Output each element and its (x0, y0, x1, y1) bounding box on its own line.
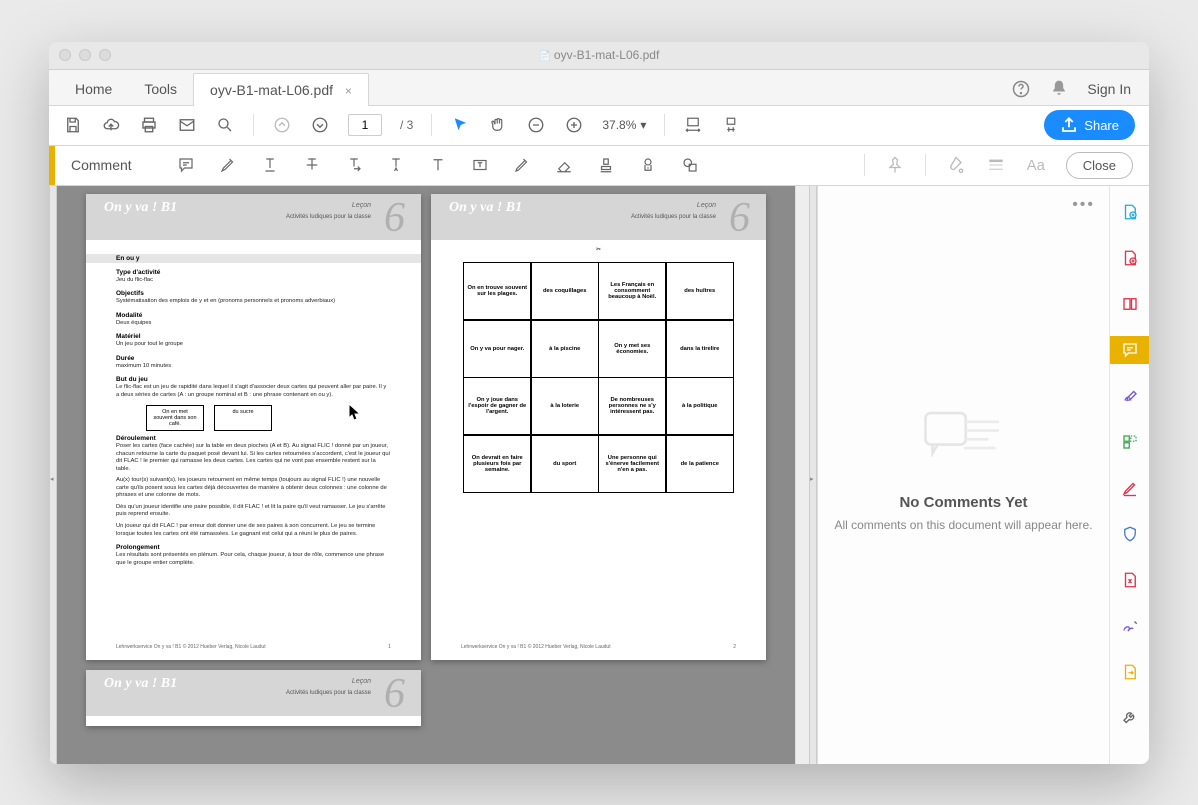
save-icon[interactable] (63, 115, 83, 135)
tab-tools[interactable]: Tools (128, 73, 193, 105)
comments-empty-icon (919, 406, 1009, 476)
panel-menu-icon[interactable]: ••• (1072, 196, 1095, 214)
rail-export-icon[interactable] (1110, 658, 1150, 686)
highlight-icon[interactable] (218, 155, 238, 175)
close-window-icon[interactable] (59, 49, 71, 61)
doc-subtitle: Activités ludiques pour la classe (286, 214, 371, 220)
rail-redact-icon[interactable] (1110, 474, 1150, 502)
document-viewport[interactable]: On y va ! B1 Leçon Activités ludiques po… (57, 186, 795, 764)
titlebar: oyv-B1-mat-L06.pdf (49, 42, 1149, 70)
print-icon[interactable] (139, 115, 159, 135)
replace-text-icon[interactable] (344, 155, 364, 175)
stamp-icon[interactable] (596, 155, 616, 175)
page-total: / 3 (400, 118, 413, 132)
strikethrough-icon[interactable] (302, 155, 322, 175)
scrollbar-vertical[interactable] (795, 186, 809, 764)
pin-icon[interactable] (885, 155, 905, 175)
page-number-input[interactable] (348, 114, 382, 136)
right-tool-rail (1109, 186, 1149, 764)
page-down-icon[interactable] (310, 115, 330, 135)
eraser-icon[interactable] (554, 155, 574, 175)
insert-text-icon[interactable] (386, 155, 406, 175)
card-grid: On en trouve souvent sur les plages. des… (464, 263, 734, 493)
help-icon[interactable] (1011, 79, 1031, 99)
rail-comment-icon[interactable] (1110, 336, 1150, 364)
hand-tool-icon[interactable] (488, 115, 508, 135)
doc-lesson-num: 6 (384, 194, 405, 242)
cloud-icon[interactable] (101, 115, 121, 135)
fit-width-icon[interactable] (683, 115, 703, 135)
comment-label: Comment (55, 157, 148, 173)
sticky-note-icon[interactable] (176, 155, 196, 175)
page-up-icon[interactable] (272, 115, 292, 135)
tab-bar: Home Tools oyv-B1-mat-L06.pdf × Sign In (49, 70, 1149, 106)
underline-icon[interactable] (260, 155, 280, 175)
comments-panel: ••• No Comments Yet All comments on this… (817, 186, 1109, 764)
tab-document[interactable]: oyv-B1-mat-L06.pdf × (193, 73, 369, 106)
rail-create-pdf-icon[interactable] (1110, 198, 1150, 226)
rail-protect-icon[interactable] (1110, 520, 1150, 548)
close-tab-icon[interactable]: × (345, 84, 352, 98)
rail-sign-icon[interactable] (1110, 612, 1150, 640)
rail-combine-icon[interactable] (1110, 244, 1150, 272)
notifications-icon[interactable] (1049, 79, 1069, 99)
pdf-page-2: On y va ! B1 Leçon Activités ludiques po… (431, 194, 766, 660)
main-toolbar: / 3 37.8% ▾ Share (49, 106, 1149, 146)
shapes-icon[interactable] (680, 155, 700, 175)
selection-tool-icon[interactable] (450, 115, 470, 135)
doc-lesson-label: Leçon (352, 202, 371, 209)
window-title: oyv-B1-mat-L06.pdf (49, 48, 1149, 62)
rail-organize-icon[interactable] (1110, 428, 1150, 456)
rail-compress-icon[interactable] (1110, 566, 1150, 594)
rail-more-tools-icon[interactable] (1110, 704, 1150, 732)
text-comment-icon[interactable] (428, 155, 448, 175)
comment-toolbar: Comment Aa Close (49, 146, 1149, 186)
search-icon[interactable] (215, 115, 235, 135)
color-icon[interactable] (946, 155, 966, 175)
fit-page-icon[interactable] (721, 115, 741, 135)
mail-icon[interactable] (177, 115, 197, 135)
content-area: On y va ! B1 Leçon Activités ludiques po… (49, 186, 1149, 764)
rail-fill-sign-icon[interactable] (1110, 382, 1150, 410)
maximize-window-icon[interactable] (99, 49, 111, 61)
sign-in-link[interactable]: Sign In (1087, 81, 1131, 97)
attach-icon[interactable] (638, 155, 658, 175)
minimize-window-icon[interactable] (79, 49, 91, 61)
pencil-icon[interactable] (512, 155, 532, 175)
zoom-out-icon[interactable] (526, 115, 546, 135)
window-controls (59, 49, 111, 61)
text-box-icon[interactable] (470, 155, 490, 175)
comments-empty-heading: No Comments Yet (899, 494, 1027, 511)
left-pane-toggle[interactable] (49, 186, 57, 764)
rail-edit-pdf-icon[interactable] (1110, 290, 1150, 318)
pdf-page-1: On y va ! B1 Leçon Activités ludiques po… (86, 194, 421, 660)
font-icon[interactable]: Aa (1026, 155, 1046, 175)
close-comment-button[interactable]: Close (1066, 152, 1133, 179)
comments-empty-sub: All comments on this document will appea… (834, 517, 1092, 534)
right-pane-toggle[interactable] (809, 186, 817, 764)
chevron-down-icon: ▾ (640, 118, 646, 132)
tab-home[interactable]: Home (59, 73, 128, 105)
line-weight-icon[interactable] (986, 155, 1006, 175)
app-window: oyv-B1-mat-L06.pdf Home Tools oyv-B1-mat… (49, 42, 1149, 764)
share-button[interactable]: Share (1044, 110, 1135, 140)
tab-document-label: oyv-B1-mat-L06.pdf (210, 82, 333, 98)
zoom-in-icon[interactable] (564, 115, 584, 135)
pdf-page-3: On y va ! B1 Leçon Activités ludiques po… (86, 670, 421, 726)
zoom-level-dropdown[interactable]: 37.8% ▾ (602, 118, 646, 132)
